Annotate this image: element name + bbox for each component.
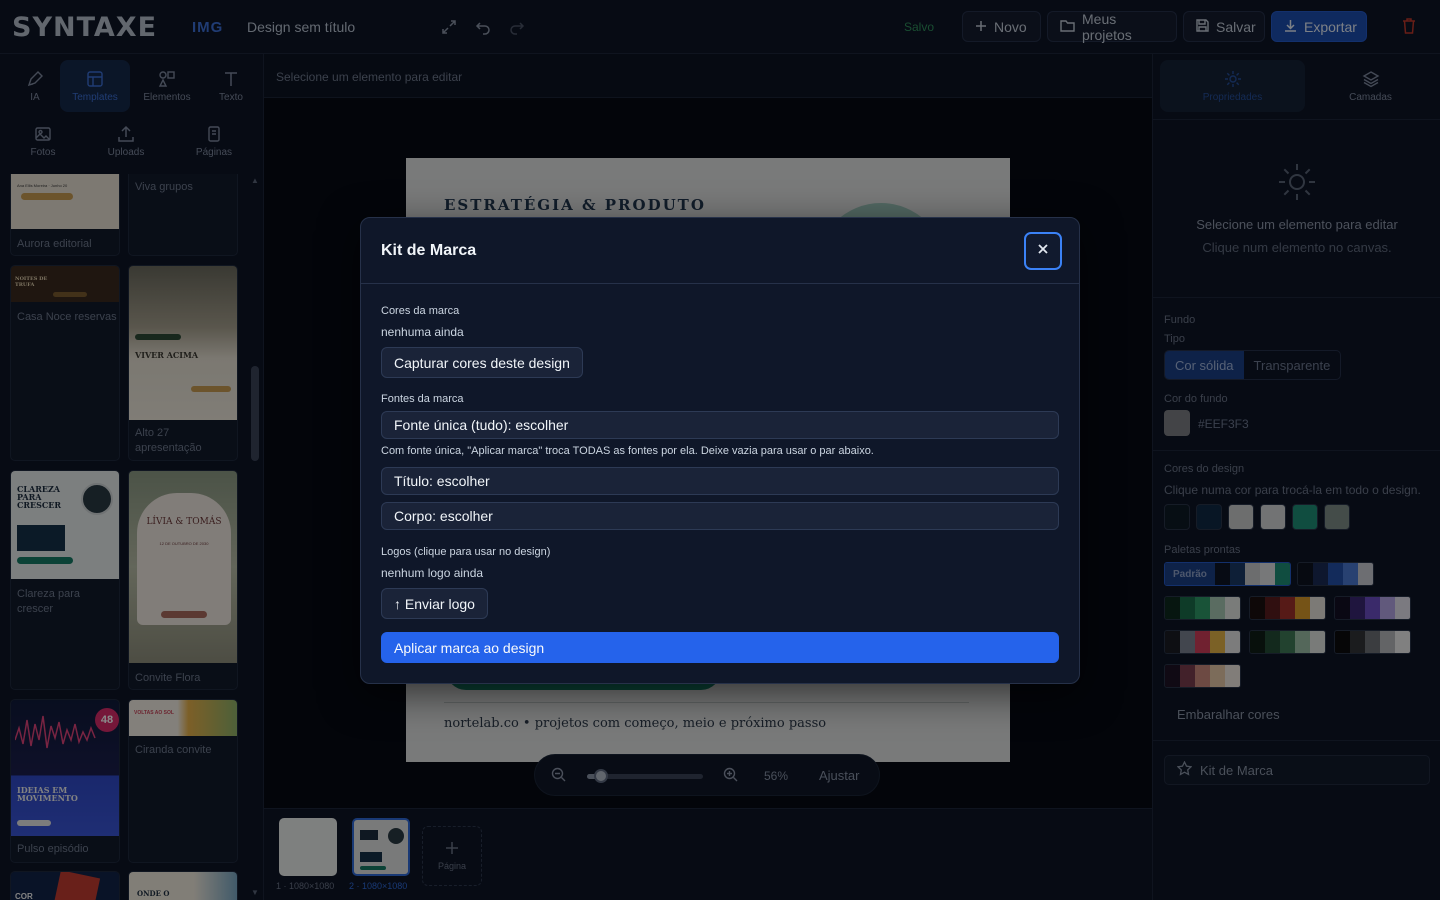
brand-kit-modal: Kit de Marca Cores da marca nenhuma aind… [360,217,1080,684]
close-button[interactable] [1024,232,1062,270]
close-icon [1037,242,1049,260]
logos-empty: nenhum logo ainda [381,566,484,580]
body-font-select[interactable]: Corpo: escolher [381,502,1059,530]
apply-brand-button[interactable]: Aplicar marca ao design [381,632,1059,663]
single-font-note: Com fonte única, "Aplicar marca" troca T… [381,445,874,457]
brand-fonts-label: Fontes da marca [381,393,464,405]
title-font-select[interactable]: Título: escolher [381,467,1059,495]
modal-title: Kit de Marca [381,242,477,259]
capture-colors-button[interactable]: Capturar cores deste design [381,347,583,378]
logos-label: Logos (clique para usar no design) [381,546,551,558]
single-font-select[interactable]: Fonte única (tudo): escolher [381,411,1059,439]
brand-colors-label: Cores da marca [381,305,460,317]
modal-divider [361,283,1079,284]
brand-colors-empty: nenhuma ainda [381,325,464,339]
upload-logo-button[interactable]: ↑ Enviar logo [381,588,488,619]
